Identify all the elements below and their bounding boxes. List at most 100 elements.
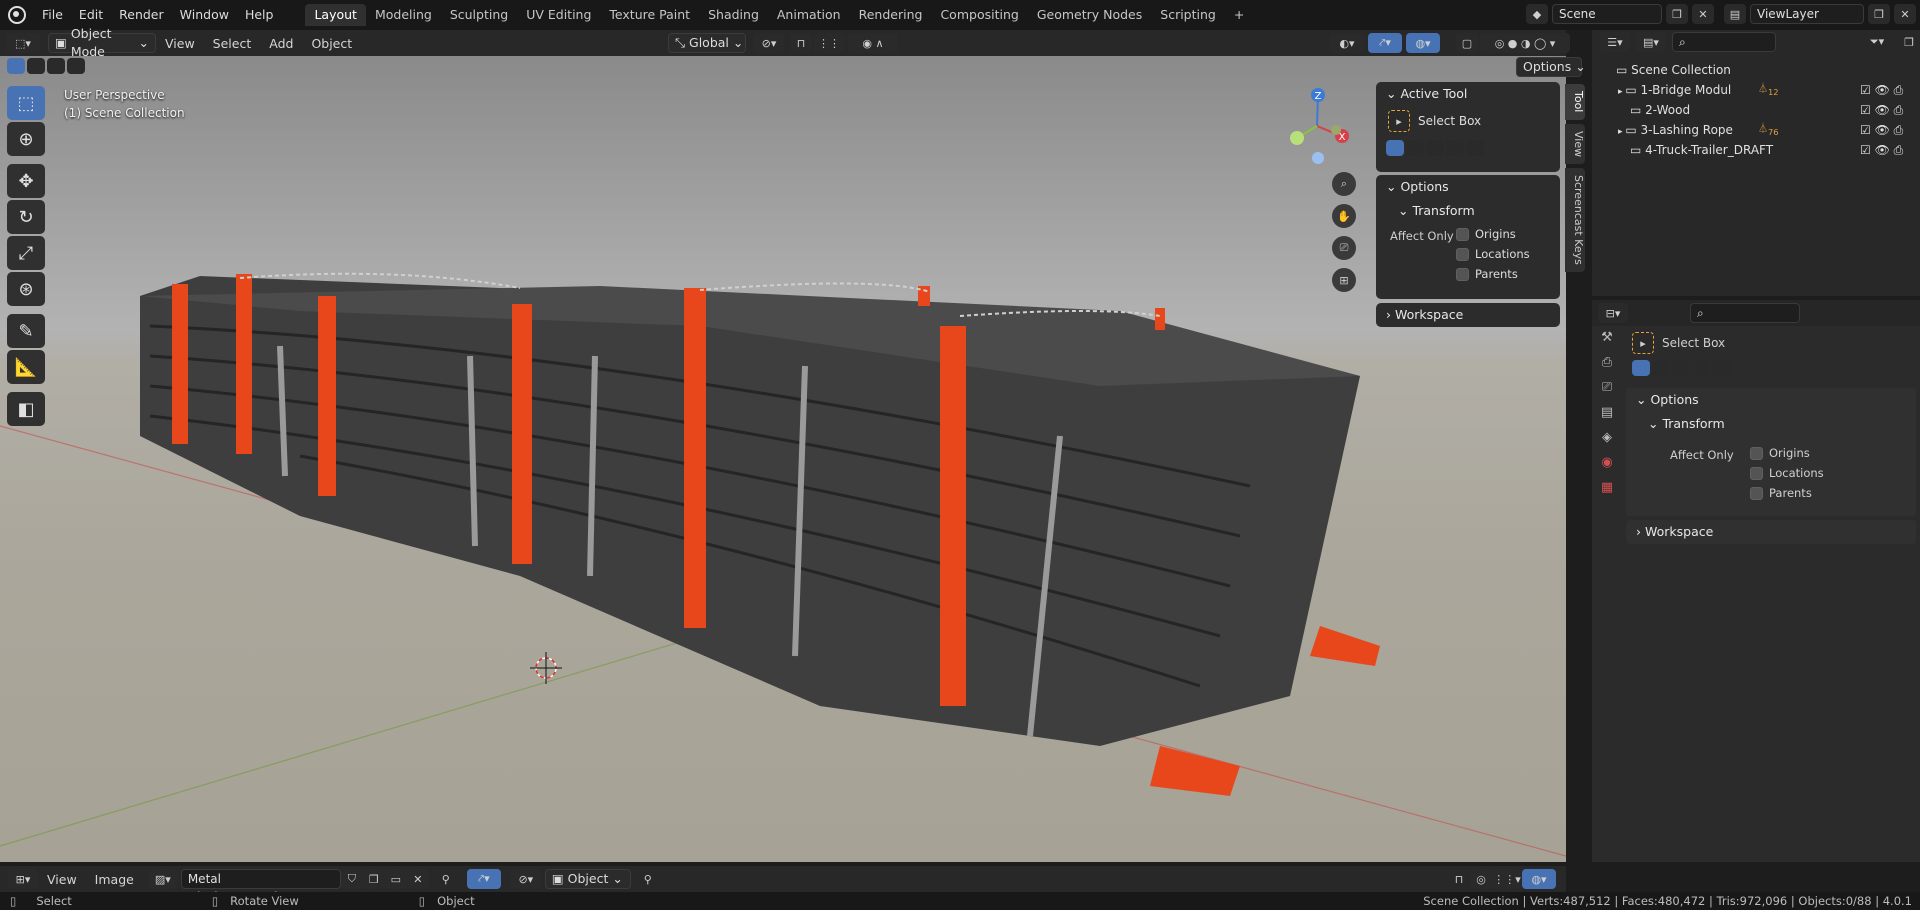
mode-difference-icon[interactable]	[1446, 140, 1464, 156]
proportional-edit-icon[interactable]: ◉ ∧	[848, 33, 898, 53]
tab-tool[interactable]: Tool	[1565, 84, 1585, 120]
properties-search[interactable]: ⌕	[1690, 303, 1800, 323]
pivot-icon[interactable]: ⊘▾	[510, 869, 541, 889]
scene-field[interactable]: Scene	[1552, 4, 1662, 24]
origins-checkbox[interactable]: Origins	[1750, 446, 1810, 460]
select-box-icon[interactable]: ⬚	[7, 86, 45, 120]
eye-icon[interactable]: 👁	[1875, 123, 1890, 137]
rotate-icon[interactable]: ↻	[7, 200, 45, 234]
tab-rendering[interactable]: Rendering	[850, 4, 932, 26]
delete-view-layer-icon[interactable]: ✕	[1894, 4, 1916, 24]
menu-view[interactable]: View	[38, 872, 86, 887]
zoom-icon[interactable]: ⌕	[1332, 172, 1356, 196]
workspace-panel[interactable]: › Workspace	[1376, 303, 1560, 327]
snap-target-icon[interactable]: ⋮⋮	[814, 33, 844, 53]
tab-animation[interactable]: Animation	[768, 4, 850, 26]
orientation-dropdown[interactable]: ⤡ Global ⌄	[668, 33, 746, 53]
tab-geometry-nodes[interactable]: Geometry Nodes	[1028, 4, 1151, 26]
outliner-row-bridge-modul[interactable]: ▸ ▭ 1-Bridge Modul ⏃12 ☑ 👁 ⎙	[1592, 80, 1920, 100]
tab-scripting[interactable]: Scripting	[1151, 4, 1225, 26]
display-mode-icon[interactable]: ▤▾	[1636, 32, 1666, 52]
options-dropdown[interactable]: Options ⌄	[1516, 57, 1586, 77]
pin-icon[interactable]: ⚲	[637, 869, 659, 889]
eye-icon[interactable]: 👁	[1875, 143, 1890, 157]
scene-collection-row[interactable]: ▭ Scene Collection	[1592, 60, 1920, 80]
scene-icon[interactable]: ◆	[1526, 4, 1548, 24]
workspace-header[interactable]: › Workspace	[1376, 303, 1560, 327]
camera-icon[interactable]: ⎚	[1332, 236, 1356, 260]
menu-window[interactable]: Window	[172, 0, 237, 30]
tab-view[interactable]: View	[1565, 124, 1585, 164]
tab-texture-paint[interactable]: Texture Paint	[600, 4, 699, 26]
eye-icon[interactable]: 👁	[1875, 103, 1890, 117]
image-browse-icon[interactable]: ▨▾	[148, 869, 177, 889]
gizmo-icon[interactable]: ⤤▾	[466, 869, 501, 889]
view-layer-icon[interactable]: ▤	[1601, 405, 1613, 420]
add-cube-icon[interactable]: ◧	[7, 392, 45, 426]
new-scene-icon[interactable]: ❐	[1666, 4, 1688, 24]
tab-compositing[interactable]: Compositing	[931, 4, 1027, 26]
locations-checkbox[interactable]: Locations	[1750, 466, 1824, 480]
add-workspace-button[interactable]: +	[1225, 4, 1253, 26]
mode-set-icon[interactable]	[1632, 360, 1650, 376]
measure-icon[interactable]: 📐	[7, 350, 45, 384]
mode-subtract-icon[interactable]	[1672, 360, 1690, 376]
open-image-icon[interactable]: ▭	[384, 869, 407, 889]
outliner-editor-icon[interactable]: ☰▾	[1600, 32, 1630, 52]
texture-icon[interactable]: ▦	[1601, 480, 1613, 495]
pivot-icon[interactable]: ⊘▾	[754, 33, 784, 53]
parents-checkbox[interactable]: Parents	[1456, 267, 1518, 281]
visibility-icon[interactable]: ◐▾	[1330, 33, 1364, 53]
mode-dropdown[interactable]: ▣ Object Mode ⌄	[48, 26, 156, 59]
navigation-gizmo[interactable]: Z X	[1282, 86, 1362, 166]
scale-icon[interactable]: ⤢	[7, 236, 45, 270]
select-extend-icon[interactable]	[27, 58, 45, 74]
locations-checkbox[interactable]: Locations	[1456, 247, 1530, 261]
options-header[interactable]: ⌄ Options	[1376, 175, 1560, 199]
camera-icon[interactable]: ⎙	[1894, 123, 1904, 137]
blender-logo-icon[interactable]	[8, 6, 26, 24]
outliner-search[interactable]: ⌕	[1672, 32, 1776, 52]
new-view-layer-icon[interactable]: ❐	[1868, 4, 1890, 24]
checkbox-icon[interactable]: ☑	[1860, 83, 1871, 97]
outliner-row-lashing-rope[interactable]: ▸ ▭ 3-Lashing Rope ⏃76 ☑ 👁 ⎙	[1592, 120, 1920, 140]
annotate-icon[interactable]: ✎	[7, 314, 45, 348]
mode-intersect-icon[interactable]	[1712, 360, 1730, 376]
tool-icon[interactable]: ⚒	[1601, 330, 1613, 345]
origins-checkbox[interactable]: Origins	[1456, 227, 1516, 241]
filter-icon[interactable]: ⏷▾	[1862, 32, 1892, 52]
snap-icon[interactable]: ⊓	[790, 33, 812, 53]
image-name-field[interactable]: Metal Displacement.jpg.002	[180, 869, 341, 904]
editor-type-icon[interactable]: ⊞▾	[8, 869, 38, 889]
view-layer-field[interactable]: ViewLayer	[1750, 4, 1864, 24]
world-icon[interactable]: ◉	[1601, 455, 1612, 470]
mode-difference-icon[interactable]	[1692, 360, 1710, 376]
parents-checkbox[interactable]: Parents	[1750, 486, 1812, 500]
transform-header[interactable]: ⌄ Transform	[1376, 199, 1560, 223]
mode-set-icon[interactable]	[1386, 140, 1404, 156]
menu-image[interactable]: Image	[86, 872, 143, 887]
cursor-icon[interactable]: ⊕	[7, 122, 45, 156]
properties-editor-icon[interactable]: ⊟▾	[1598, 303, 1628, 323]
snap-target-icon[interactable]: ⋮⋮▾	[1492, 869, 1522, 889]
tab-layout[interactable]: Layout	[305, 4, 366, 26]
scene-icon[interactable]: ◈	[1602, 430, 1612, 445]
tab-sculpting[interactable]: Sculpting	[441, 4, 517, 26]
output-icon[interactable]: ⎚	[1602, 380, 1612, 395]
menu-file[interactable]: File	[34, 0, 71, 30]
mode-subtract-icon[interactable]	[1426, 140, 1444, 156]
checkbox-icon[interactable]: ☑	[1860, 143, 1871, 157]
camera-icon[interactable]: ⎙	[1894, 103, 1904, 117]
menu-help[interactable]: Help	[237, 0, 282, 30]
image-mode-dropdown[interactable]: ▣ Object ⌄	[544, 869, 631, 889]
properties-workspace-panel[interactable]: › Workspace	[1626, 520, 1916, 544]
workspace-header[interactable]: › Workspace	[1626, 520, 1916, 544]
pan-icon[interactable]: ✋	[1332, 204, 1356, 228]
menu-select[interactable]: Select	[204, 36, 261, 51]
options-header[interactable]: ⌄ Options	[1626, 388, 1916, 412]
active-tool-header[interactable]: ⌄ Active Tool	[1376, 82, 1560, 106]
select-subtract-icon[interactable]	[47, 58, 65, 74]
gizmo-icon[interactable]: ⤤▾	[1368, 33, 1402, 53]
eye-icon[interactable]: 👁	[1875, 83, 1890, 97]
tab-screencast-keys[interactable]: Screencast Keys	[1565, 168, 1585, 272]
